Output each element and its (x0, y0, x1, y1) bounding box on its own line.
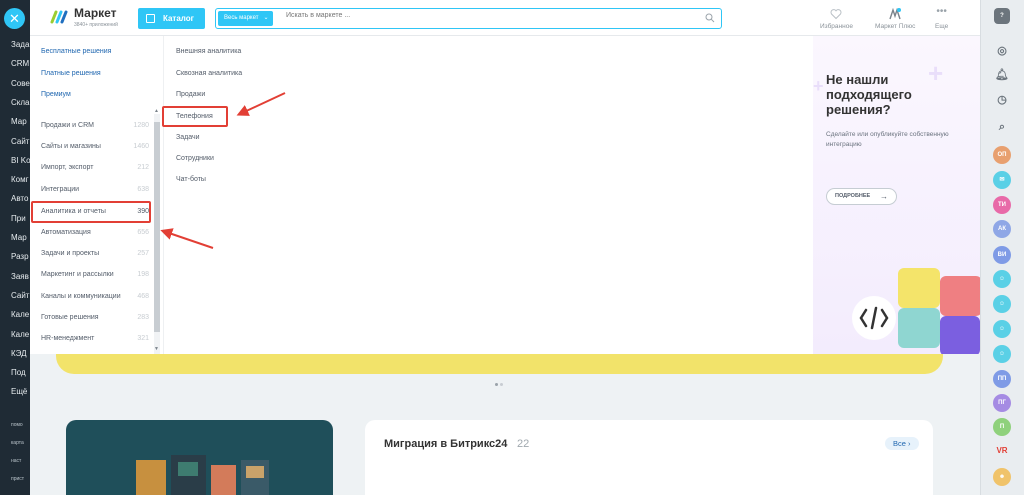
close-slider-button[interactable]: ✕ (4, 8, 25, 29)
annotation-arrows (160, 92, 286, 249)
